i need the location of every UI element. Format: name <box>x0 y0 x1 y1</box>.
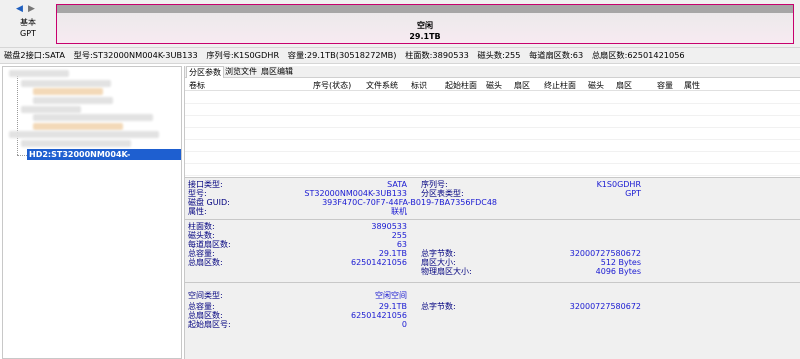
model-value: ST32000NM004K-3UB133 <box>304 189 407 198</box>
tree-connector-h <box>17 155 27 156</box>
heads-label: 磁头数: <box>188 231 215 240</box>
space-total-bytes-value: 32000727580672 <box>569 302 641 311</box>
capacity-value: 29.1TB <box>378 249 407 258</box>
tab-partition-params[interactable]: 分区参数 <box>186 66 224 78</box>
physical-sector-label: 物理扇区大小: <box>421 267 472 276</box>
partition-bar-strip <box>57 5 793 13</box>
total-bytes-label: 总字节数: <box>421 249 456 258</box>
disk-map-area: ◀ ▶ 基本 GPT 空闲 29.1TB <box>0 0 800 47</box>
info-interface: 接口:SATA <box>25 50 66 60</box>
space-type-label: 空间类型: <box>188 291 223 300</box>
serial-label: 序列号: <box>421 180 448 189</box>
tab-sector-edit[interactable]: 扇区编辑 <box>259 66 295 78</box>
sector-size-value: 512 Bytes <box>600 258 641 267</box>
spt-label: 每道扇区数: <box>188 240 231 249</box>
disk-kind-basic: 基本 <box>20 18 36 27</box>
info-spt: 每道扇区数:63 <box>529 50 584 60</box>
partition-table-label: 分区表类型: <box>421 189 464 198</box>
partition-title: 空闲 <box>417 21 433 30</box>
info-disk: 磁盘2 <box>4 50 26 60</box>
serial-value: K1S0GDHR <box>596 180 641 189</box>
info-capacity: 容量:29.1TB(30518272MB) <box>287 50 397 60</box>
tree-item-selected-disk[interactable]: HD2:ST32000NM004K-3UB133(29TB) <box>27 149 181 170</box>
disk-tree-panel[interactable]: HD2:ST32000NM004K-3UB133(29TB) <box>2 66 182 359</box>
disk-info-bar: 磁盘2接口:SATA 型号:ST32000NM004K-3UB133 序列号:K… <box>0 47 800 64</box>
partition-table-header: 卷标 序号(状态) 文件系统 标识 起始柱面 磁头 扇区 终止柱面 磁头 扇区 … <box>185 79 800 91</box>
info-serial: 序列号:K1S0GDHR <box>206 50 280 60</box>
tree-item-blurred[interactable] <box>33 123 123 130</box>
physical-sector-value: 4096 Bytes <box>595 267 641 276</box>
col-index-status[interactable]: 序号(状态) <box>313 80 351 91</box>
guid-value: 393F470C-70F7-44FA-B019-7BA7356FDC48 <box>322 198 497 207</box>
space-section: 空间类型: 空闲空间 总容量: 29.1TB 总字节数: 32000727580… <box>185 283 800 359</box>
tree-item-blurred[interactable] <box>9 70 69 77</box>
total-bytes-value: 32000727580672 <box>569 249 641 258</box>
col-end-head[interactable]: 磁头 <box>588 80 604 91</box>
attr-label: 属性: <box>188 207 207 216</box>
tree-item-blurred[interactable] <box>21 80 111 87</box>
info-total-sectors: 总扇区数:62501421056 <box>591 50 685 60</box>
info-model: 型号:ST32000NM004K-3UB133 <box>73 50 198 60</box>
disk-nav: ◀ ▶ <box>16 3 42 15</box>
col-volume-label[interactable]: 卷标 <box>189 80 205 91</box>
disk-kind-gpt: GPT <box>20 29 36 38</box>
info-heads: 磁头数:255 <box>477 50 521 60</box>
detail-panel: 分区参数 浏览文件 扇区编辑 卷标 序号(状态) 文件系统 标识 起始柱面 磁头… <box>184 66 800 359</box>
tree-item-blurred[interactable] <box>21 140 131 147</box>
tree-item-blurred[interactable] <box>33 88 103 95</box>
interface-type-label: 接口类型: <box>188 180 223 189</box>
col-start-head[interactable]: 磁头 <box>486 80 502 91</box>
heads-value: 255 <box>391 231 407 240</box>
tree-connector <box>17 73 18 155</box>
cylinders-label: 柱面数: <box>188 222 215 231</box>
interface-type-value: SATA <box>387 180 407 189</box>
start-sector-value: 0 <box>401 320 407 329</box>
space-total-sectors-label: 总扇区数: <box>188 311 223 320</box>
col-start-sector[interactable]: 扇区 <box>514 80 530 91</box>
sector-size-label: 扇区大小: <box>421 258 456 267</box>
next-disk-arrow-icon[interactable]: ▶ <box>28 4 35 14</box>
col-start-cyl[interactable]: 起始柱面 <box>445 80 477 91</box>
col-end-cyl[interactable]: 终止柱面 <box>544 80 576 91</box>
total-sectors-value: 62501421056 <box>351 258 407 267</box>
model-label: 型号: <box>188 189 207 198</box>
attr-value: 联机 <box>391 207 407 216</box>
tree-item-blurred[interactable] <box>33 97 113 104</box>
tab-strip: 分区参数 浏览文件 扇区编辑 <box>185 66 800 78</box>
cylinders-value: 3890533 <box>371 222 407 231</box>
space-type-value: 空闲空间 <box>375 291 407 300</box>
start-sector-label: 起始扇区号: <box>188 320 231 329</box>
col-id[interactable]: 标识 <box>411 80 427 91</box>
col-attributes[interactable]: 属性 <box>684 80 700 91</box>
total-sectors-label: 总扇区数: <box>188 258 223 267</box>
col-filesystem[interactable]: 文件系统 <box>366 80 398 91</box>
disk-info-section: 接口类型: SATA 序列号: K1S0GDHR 型号: ST32000NM00… <box>185 178 800 219</box>
guid-label: 磁盘 GUID: <box>188 198 230 207</box>
tree-item-blurred[interactable] <box>21 106 81 113</box>
partition-size: 29.1TB <box>409 32 441 41</box>
capacity-label: 总容量: <box>188 249 215 258</box>
partition-table-value: GPT <box>625 189 641 198</box>
tree-item-blurred[interactable] <box>9 131 159 138</box>
prev-disk-arrow-icon[interactable]: ◀ <box>16 4 23 14</box>
space-total-sectors-value: 62501421056 <box>351 311 407 320</box>
col-end-sector[interactable]: 扇区 <box>616 80 632 91</box>
free-space-partition-bar[interactable]: 空闲 29.1TB <box>56 4 794 44</box>
space-total-bytes-label: 总字节数: <box>421 302 456 311</box>
geometry-section: 柱面数: 3890533 磁头数: 255 每道扇区数: 63 总容量: 29.… <box>185 220 800 282</box>
spt-value: 63 <box>396 240 407 249</box>
tree-item-blurred[interactable] <box>33 114 153 121</box>
space-capacity-value: 29.1TB <box>378 302 407 311</box>
tab-browse-files[interactable]: 浏览文件 <box>223 66 259 78</box>
info-cylinders: 柱面数:3890533 <box>405 50 469 60</box>
space-capacity-label: 总容量: <box>188 302 215 311</box>
col-capacity[interactable]: 容量 <box>657 80 673 91</box>
disk-type-label: 基本 GPT <box>6 17 50 39</box>
